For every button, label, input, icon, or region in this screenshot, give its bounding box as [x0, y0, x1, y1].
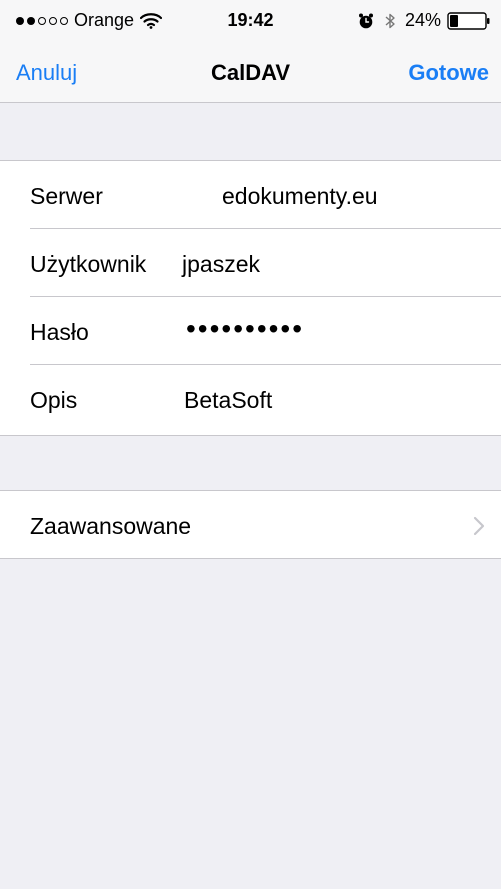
top-bar: Orange 19:42 24% Anuluj CalDAV Gotowe	[0, 0, 501, 103]
battery-fill	[450, 14, 458, 27]
account-settings-group: Serwer edokumenty.eu Użytkownik jpaszek …	[0, 160, 501, 436]
battery-icon	[447, 11, 490, 30]
server-label: Serwer	[30, 183, 103, 209]
description-label: Opis	[30, 387, 78, 413]
alarm-icon	[358, 13, 373, 28]
status-right: 24%	[357, 10, 491, 31]
bluetooth-icon	[385, 13, 395, 28]
user-label: Użytkownik	[30, 251, 147, 277]
status-bar: Orange 19:42 24%	[0, 0, 501, 36]
done-button[interactable]: Gotowe	[408, 60, 489, 86]
description-field[interactable]: BetaSoft	[184, 387, 272, 414]
chevron-right-icon	[473, 516, 485, 536]
navigation-bar: Anuluj CalDAV Gotowe	[0, 36, 501, 103]
advanced-group: Zaawansowane	[0, 490, 501, 559]
server-row[interactable]: Serwer edokumenty.eu	[0, 161, 501, 229]
description-row[interactable]: Opis BetaSoft	[0, 365, 501, 433]
password-field[interactable]: ••••••••••	[186, 313, 304, 345]
password-row[interactable]: Hasło ••••••••••	[0, 297, 501, 365]
user-field[interactable]: jpaszek	[182, 251, 260, 278]
server-field[interactable]: edokumenty.eu	[222, 183, 378, 210]
advanced-row[interactable]: Zaawansowane	[0, 491, 501, 559]
password-label: Hasło	[30, 319, 89, 345]
user-row[interactable]: Użytkownik jpaszek	[0, 229, 501, 297]
battery-percent: 24%	[404, 10, 441, 30]
advanced-label: Zaawansowane	[30, 513, 192, 539]
